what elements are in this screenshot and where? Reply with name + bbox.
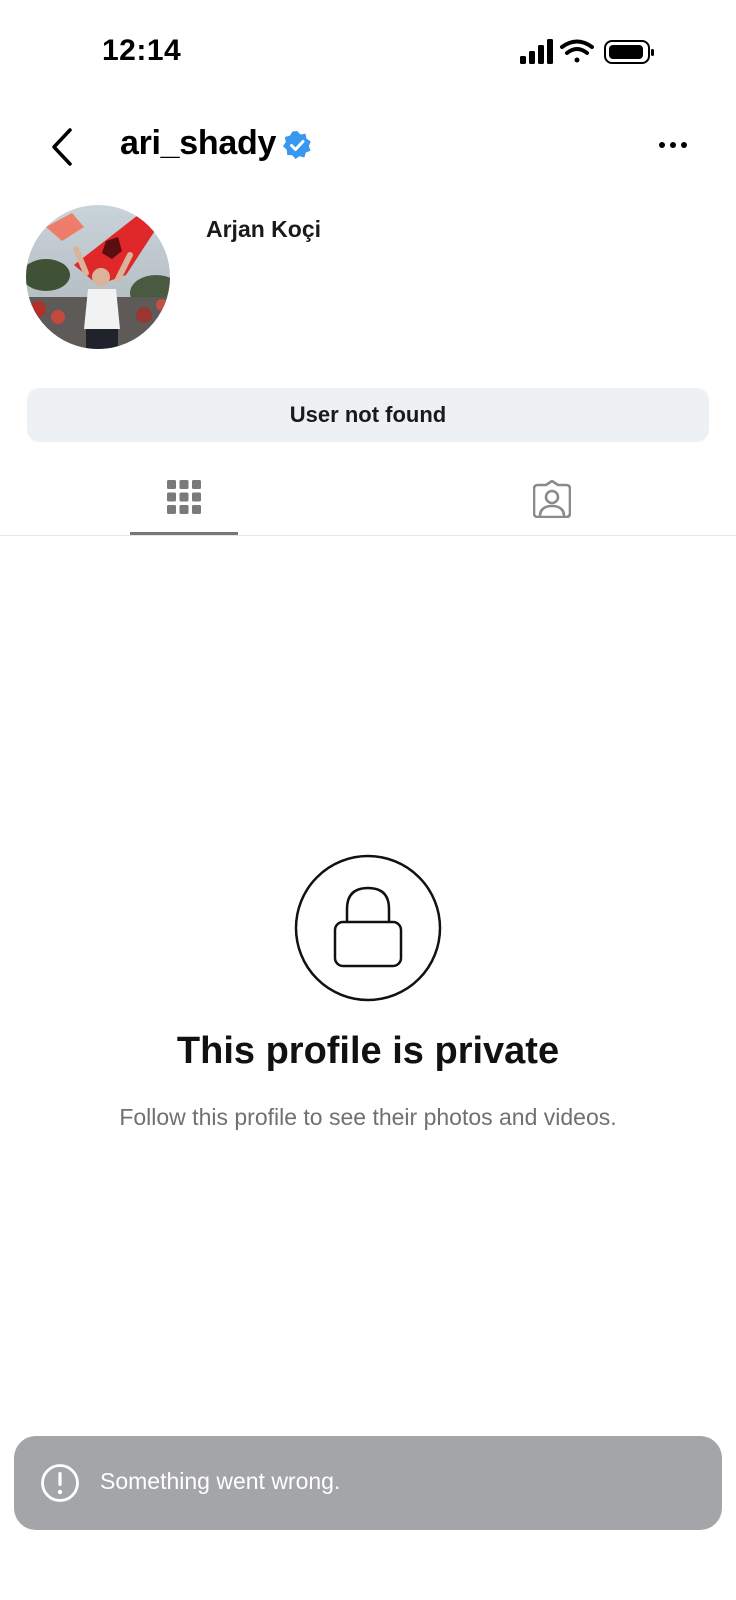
private-profile-title: This profile is private	[176, 1030, 560, 1072]
status-icons	[520, 38, 670, 68]
grid-icon	[167, 480, 201, 514]
error-toast: Something went wrong.	[14, 1436, 722, 1530]
more-horizontal-icon	[659, 142, 687, 148]
wifi-icon	[560, 39, 594, 63]
avatar-image	[26, 205, 170, 349]
tab-tagged[interactable]	[500, 470, 604, 536]
back-button[interactable]	[44, 122, 84, 172]
verified-badge-icon	[283, 131, 311, 159]
alert-circle-icon	[41, 1464, 79, 1502]
user-not-found-button[interactable]: User not found	[27, 388, 709, 442]
lock-icon	[294, 854, 442, 1002]
status-time: 12:14	[102, 34, 182, 67]
toast-message: Something went wrong.	[100, 1468, 341, 1494]
profile-avatar[interactable]	[26, 205, 170, 349]
tagged-person-icon	[533, 480, 571, 518]
tabs-divider	[0, 535, 736, 536]
profile-full-name: Arjan Koçi	[206, 216, 322, 242]
tab-posts[interactable]	[130, 470, 238, 536]
battery-icon	[604, 40, 654, 64]
more-options-button[interactable]	[652, 130, 696, 160]
chevron-left-icon	[52, 128, 72, 166]
private-profile-subtitle: Follow this profile to see their photos …	[119, 1104, 617, 1130]
profile-username: ari_shady	[120, 124, 277, 162]
cellular-signal-icon	[520, 39, 553, 64]
